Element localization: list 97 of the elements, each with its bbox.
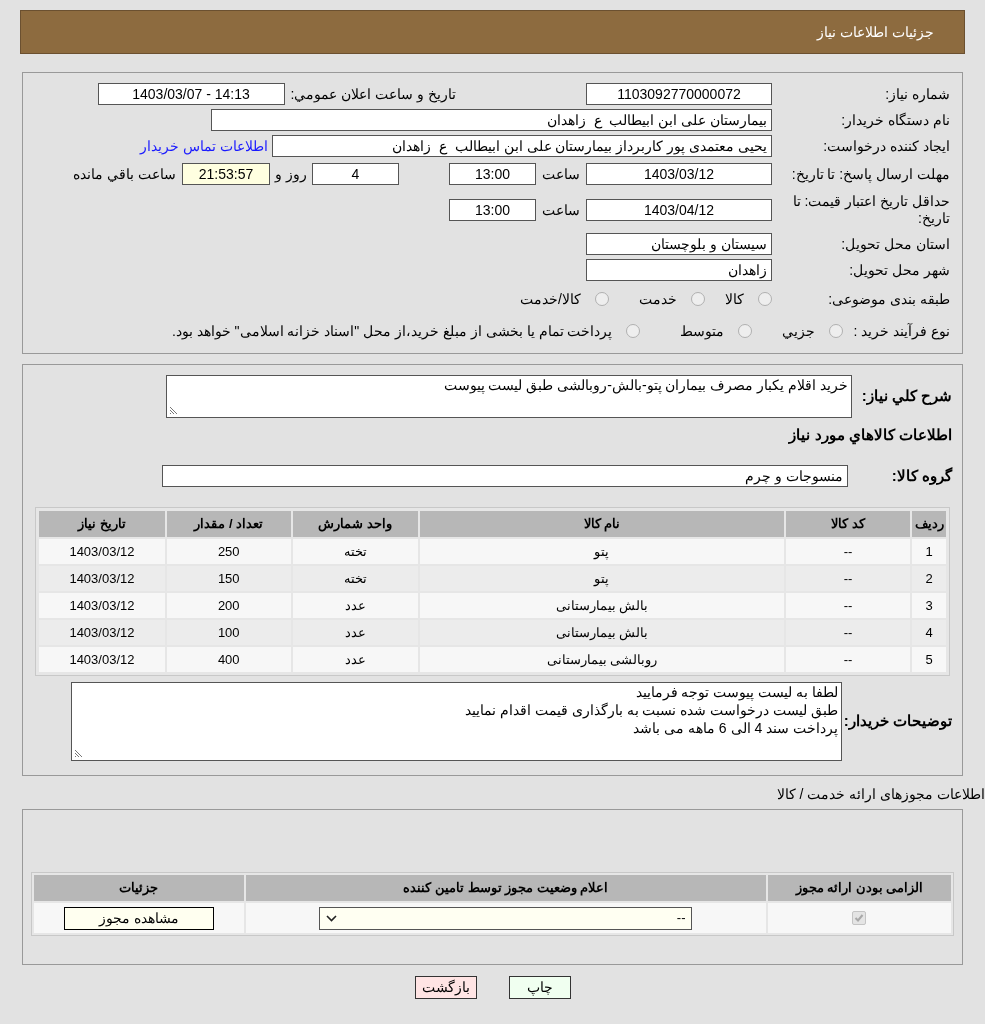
field-label: تاریخ و ساعت اعلان عمومي: (290, 84, 456, 105)
resize-grip-icon[interactable] (169, 406, 178, 415)
radio-button[interactable] (595, 292, 609, 306)
text-field[interactable]: زاهدان (586, 259, 772, 281)
status-dropdown[interactable]: -- (319, 906, 693, 930)
table-cell: تخته (292, 539, 418, 564)
time-label: ساعت (541, 164, 581, 184)
field-label: حداقل تاریخ اعتبار قیمت: تا تاریخ: (791, 193, 950, 227)
checkbox[interactable] (852, 911, 867, 925)
text-field[interactable]: 21:53:57 (182, 163, 270, 185)
table-cell: تخته (292, 566, 418, 591)
radio-button[interactable] (691, 292, 705, 306)
column-header: نام کالا (419, 511, 784, 537)
resize-grip-icon[interactable] (74, 749, 83, 758)
section-heading: اطلاعات مجوزهای ارائه خدمت / کالا (776, 785, 985, 805)
table-cell: 200 (166, 593, 291, 618)
column-header: اعلام وضعیت مجوز توسط تامین کننده (245, 875, 766, 901)
table-cell: -- (785, 539, 911, 564)
table-cell: بالش بیمارستانی (419, 620, 784, 645)
text-field[interactable]: 13:00 (449, 163, 536, 185)
radio-button[interactable] (758, 292, 772, 306)
table-cell: 150 (166, 566, 291, 591)
table-cell: 1403/03/12 (39, 593, 165, 618)
field-label: شماره نیاز: (884, 84, 950, 105)
column-header: الزامی بودن ارائه مجوز (767, 875, 951, 901)
text-field[interactable]: یحیی معتمدی پور کاربرداز بیمارستان علی ابن ابیطالب ع زاهدان (272, 135, 772, 157)
table-cell: 1403/03/12 (39, 647, 165, 672)
text-field[interactable]: 1103092770000072 (586, 83, 772, 105)
radio-label: کالا/خدمت (520, 289, 581, 309)
text-field[interactable]: 4 (312, 163, 399, 185)
text-area-value: خرید اقلام یکبار مصرف بیماران پتو-بالش-روبالشی طبق لیست پیوست (443, 377, 848, 393)
column-header: واحد شمارش (292, 511, 418, 537)
column-header: ردیف (912, 511, 946, 537)
column-header: جزئیات (34, 875, 244, 901)
text-field[interactable]: سیستان و بلوچستان (586, 233, 772, 255)
table-cell: -- (785, 620, 911, 645)
table-cell: -- (785, 566, 911, 591)
field-label: نوع فرآیند خرید : (853, 321, 950, 342)
text-field[interactable]: 1403/04/12 (586, 199, 772, 221)
text-area[interactable]: لطفا به لیست پیوست توجه فرمایید طبق لیست درخواست شده نسبت به بارگذاری قیمت اقدام نمایید پرداخت سند 4 الی 6 ماهه می باشد (71, 682, 842, 761)
text-field[interactable]: 1403/03/12 (586, 163, 772, 185)
table-cell: پتو (419, 539, 784, 564)
column-header: تاریخ نیاز (39, 511, 165, 537)
time-label: ساعت (541, 200, 581, 220)
print-button[interactable]: چاپ (508, 976, 571, 999)
field-label: گروه کالا: (890, 465, 952, 487)
text-field[interactable]: بیمارستان علی ابن ابیطالب ع زاهدان (211, 109, 772, 131)
table-cell: 1403/03/12 (39, 539, 165, 564)
days-label: روز و (273, 164, 308, 185)
radio-button[interactable] (738, 324, 753, 338)
page-title: جزئیات اطلاعات نیاز (817, 22, 934, 43)
radio-label: متوسط (680, 321, 725, 342)
table-cell: 400 (166, 647, 291, 672)
remaining-label: ساعت باقي مانده (73, 164, 176, 184)
back-button[interactable]: بازگشت (414, 976, 477, 999)
field-label: نام دستگاه خریدار: (840, 110, 950, 131)
text-area-value: لطفا به لیست پیوست توجه فرمایید طبق لیست درخواست شده نسبت به بارگذاری قیمت اقدام نمایید پرداخت سند 4 الی 6 ماهه می باشد (465, 684, 838, 736)
table-cell: 1403/03/12 (39, 620, 165, 645)
view-permit-button[interactable]: مشاهده مجوز (64, 906, 214, 930)
table-cell: پتو (419, 566, 784, 591)
table-cell: 250 (166, 539, 291, 564)
table-cell: عدد (292, 647, 418, 672)
table-cell: عدد (292, 593, 418, 618)
text-field[interactable]: 1403/03/07 - 14:13 (97, 83, 285, 105)
table-cell: روبالشی بیمارستانی (419, 647, 784, 672)
field-label: مهلت ارسال پاسخ: تا تاریخ: (790, 165, 950, 183)
table-cell: -- (785, 647, 911, 672)
table-cell: 2 (912, 566, 946, 591)
radio-button[interactable] (829, 324, 844, 338)
radio-label: پرداخت تمام یا بخشی از مبلغ خرید،از محل "اسناد خزانه اسلامی" خواهد بود. (171, 321, 613, 342)
column-header: کد کالا (785, 511, 911, 537)
field-label: شرح کلي نیاز: (860, 386, 952, 408)
radio-label: جزيي (782, 321, 816, 342)
text-field[interactable]: منسوجات و چرم (162, 464, 848, 487)
table-cell: 100 (166, 620, 291, 645)
field-label: طبقه بندی موضوعی: (827, 289, 950, 310)
radio-button[interactable] (626, 324, 641, 338)
table-cell: 5 (912, 647, 946, 672)
table-cell: 4 (912, 620, 946, 645)
table-cell: عدد (292, 620, 418, 645)
field-label: شهر محل تحویل: (848, 260, 950, 281)
radio-label: کالا (725, 289, 744, 309)
contact-link[interactable]: اطلاعات تماس خریدار (140, 135, 268, 157)
table-cell: -- (785, 593, 911, 618)
text-field[interactable]: 13:00 (449, 199, 536, 221)
field-label: توضیحات خریدار: (842, 711, 952, 732)
chevron-down-icon (326, 914, 338, 922)
table-cell: 1403/03/12 (39, 566, 165, 591)
column-header: تعداد / مقدار (166, 511, 291, 537)
section-heading: اطلاعات کالاهاي مورد نياز (787, 425, 952, 447)
table-cell: 1 (912, 539, 946, 564)
radio-label: خدمت (639, 289, 677, 309)
field-label: ایجاد کننده درخواست: (822, 136, 950, 157)
table-cell: بالش بیمارستانی (419, 593, 784, 618)
field-label: استان محل تحویل: (840, 234, 950, 255)
table-cell: 3 (912, 593, 946, 618)
text-area[interactable]: خرید اقلام یکبار مصرف بیماران پتو-بالش-روبالشی طبق لیست پیوست (166, 375, 852, 418)
